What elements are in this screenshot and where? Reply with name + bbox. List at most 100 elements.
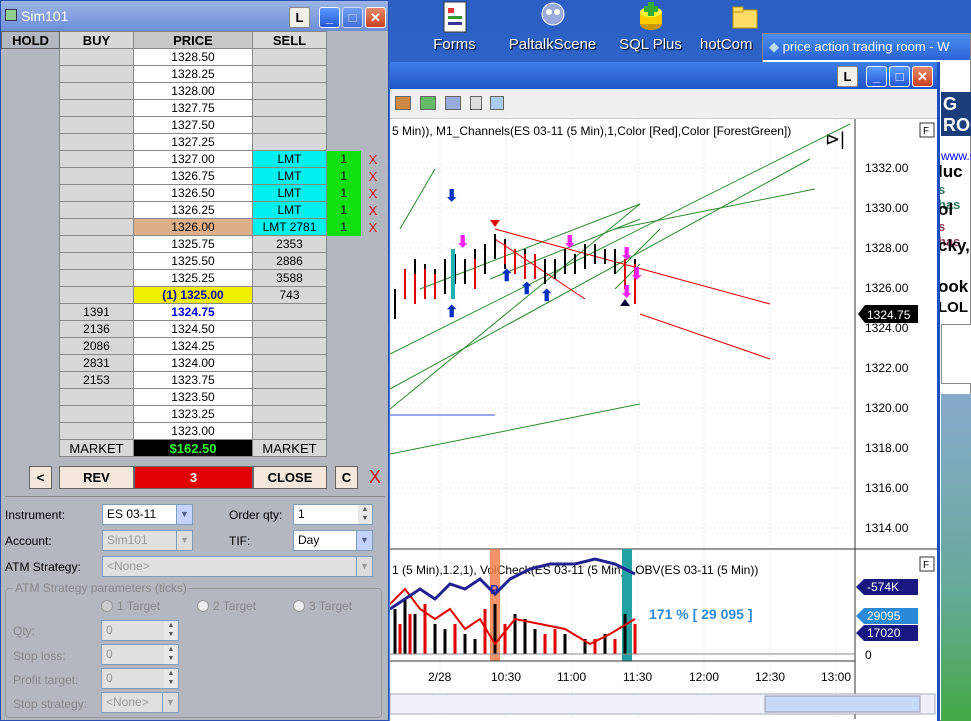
buy-cell[interactable] (59, 116, 134, 134)
sell-cell[interactable] (252, 303, 327, 321)
buy-cell[interactable] (59, 388, 134, 406)
sell-cell[interactable] (252, 405, 327, 423)
buy-cell[interactable] (59, 218, 134, 236)
buy-cell[interactable]: 2831 (59, 354, 134, 372)
cancel-all-icon[interactable]: X (369, 467, 381, 488)
ladder-row: (1) 1325.00 743 (1, 286, 386, 304)
target-3-radio[interactable]: 3 Target (293, 599, 352, 613)
sell-cell[interactable]: 743 (252, 286, 327, 304)
sell-cell[interactable] (252, 388, 327, 406)
minimize-button[interactable]: _ (866, 66, 887, 87)
sell-cell[interactable] (252, 99, 327, 117)
order-qty-cell: 1 (326, 201, 361, 219)
sell-cell[interactable]: LMT (252, 150, 327, 168)
sell-cell[interactable] (252, 116, 327, 134)
buy-cell[interactable]: 2153 (59, 371, 134, 389)
paltalk-icon (541, 2, 564, 26)
maximize-button[interactable]: □ (889, 66, 910, 87)
sell-cell[interactable] (252, 337, 327, 355)
sell-cell[interactable] (252, 422, 327, 440)
sell-cell[interactable]: 2353 (252, 235, 327, 253)
buy-cell[interactable] (59, 167, 134, 185)
target-1-radio[interactable]: 1 Target (101, 599, 160, 613)
atm-strategy-select[interactable]: <None> ▼ (102, 556, 373, 577)
cancel-order-icon[interactable]: X (360, 201, 386, 219)
sell-cell[interactable]: 2886 (252, 252, 327, 270)
sell-cell[interactable] (252, 354, 327, 372)
dom-titlebar[interactable]: Sim101 L _ □ ✕ (1, 1, 388, 31)
buy-cell[interactable] (59, 48, 134, 66)
properties-icon[interactable] (490, 96, 504, 110)
sell-cell[interactable] (252, 371, 327, 389)
stop-loss-stepper[interactable]: 0 ▲ ▼ (101, 644, 179, 665)
buy-cell[interactable] (59, 252, 134, 270)
buy-cell[interactable] (59, 99, 134, 117)
price-chart[interactable]: 5 Min)), M1_Channels(ES 03-11 (5 Min),1,… (390, 119, 937, 721)
buy-market-button[interactable]: MARKET (59, 439, 134, 457)
sell-cell[interactable] (252, 65, 327, 83)
close-button[interactable]: ✕ (365, 7, 386, 28)
collapse-button[interactable]: < (29, 466, 52, 489)
chart-titlebar[interactable]: L _ □ ✕ (390, 62, 937, 89)
buy-cell[interactable] (59, 235, 134, 253)
buy-cell[interactable]: 2086 (59, 337, 134, 355)
desktop-icon-forms[interactable]: Forms (407, 0, 502, 53)
sell-cell[interactable]: LMT 2781 (252, 218, 327, 236)
buy-cell[interactable] (59, 184, 134, 202)
target-2-radio[interactable]: 2 Target (197, 599, 256, 613)
cancel-order-icon[interactable]: X (360, 150, 386, 168)
buy-cell[interactable]: 1391 (59, 303, 134, 321)
sell-cell[interactable]: LMT (252, 201, 327, 219)
stop-strategy-select[interactable]: <None> ▼ (101, 692, 179, 713)
c-button[interactable]: C (335, 466, 358, 489)
cancel-order-icon[interactable]: X (360, 218, 386, 236)
sell-cell[interactable] (252, 133, 327, 151)
stop-loss-label: Stop loss: (13, 649, 66, 663)
link-button[interactable]: L (289, 7, 310, 28)
profit-target-stepper[interactable]: 0 ▲ ▼ (101, 668, 179, 689)
chevron-down-icon: ▼ (356, 531, 372, 550)
buy-cell[interactable] (59, 65, 134, 83)
sell-cell[interactable]: LMT (252, 167, 327, 185)
sell-cell[interactable]: LMT (252, 184, 327, 202)
minimize-button[interactable]: _ (319, 7, 340, 28)
buy-cell[interactable] (59, 405, 134, 423)
tif-select[interactable]: Day ▼ (293, 530, 373, 551)
account-select[interactable]: Sim101 ▼ (102, 530, 193, 551)
desktop-icon-hotcom[interactable]: hotCom (700, 0, 770, 53)
close-button[interactable]: ✕ (912, 66, 933, 87)
sell-cell[interactable]: 3588 (252, 269, 327, 287)
qty-stepper[interactable]: 0 ▲ ▼ (101, 620, 179, 641)
buy-cell[interactable] (59, 133, 134, 151)
input-area[interactable] (941, 324, 971, 384)
maximize-button[interactable]: □ (342, 7, 363, 28)
line-icon[interactable] (445, 96, 461, 110)
buy-cell[interactable] (59, 150, 134, 168)
hold-button[interactable]: HOLD (1, 31, 60, 49)
browser-titlebar[interactable]: ◆ price action trading room - W (763, 34, 970, 60)
buy-cell[interactable] (59, 422, 134, 440)
buy-cell[interactable] (59, 269, 134, 287)
sell-cell[interactable] (252, 320, 327, 338)
cancel-order-icon[interactable]: X (360, 184, 386, 202)
cancel-order-icon[interactable]: X (360, 167, 386, 185)
sell-market-button[interactable]: MARKET (252, 439, 327, 457)
price-cell: 1325.75 (133, 235, 253, 253)
candles-icon[interactable] (420, 96, 436, 110)
bars-icon[interactable] (395, 96, 411, 110)
close-position-button[interactable]: CLOSE (253, 466, 327, 489)
link-text[interactable]: www.s (941, 149, 971, 163)
reverse-button[interactable]: REV (59, 466, 134, 489)
sell-cell[interactable] (252, 82, 327, 100)
instrument-select[interactable]: ES 03-11 ▼ (102, 504, 193, 525)
buy-cell[interactable]: 2136 (59, 320, 134, 338)
dollar-icon[interactable] (470, 96, 482, 110)
order-qty-stepper[interactable]: 1 ▲ ▼ (293, 504, 373, 525)
desktop-icon-sqlplus[interactable]: SQL Plus (603, 0, 698, 53)
buy-cell[interactable] (59, 286, 134, 304)
sell-cell[interactable] (252, 48, 327, 66)
link-button[interactable]: L (837, 66, 858, 87)
desktop-icon-paltalk[interactable]: PaltalkScene (505, 0, 600, 53)
buy-cell[interactable] (59, 201, 134, 219)
buy-cell[interactable] (59, 82, 134, 100)
